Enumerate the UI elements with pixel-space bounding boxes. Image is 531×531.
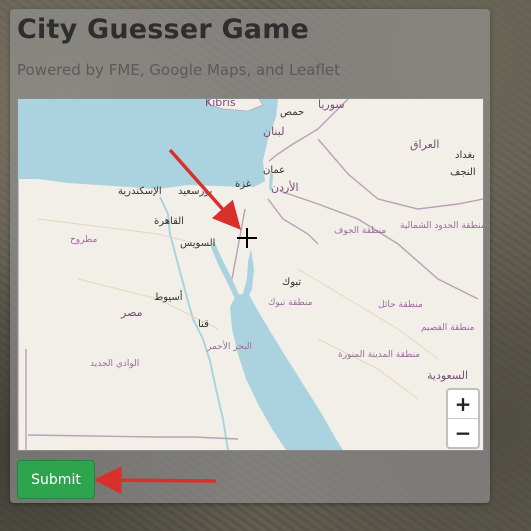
zoom-out-button[interactable]: − <box>448 419 478 447</box>
map-label-qena: قنا <box>198 319 209 330</box>
map-view[interactable]: Kıbrıs سوريا حمص لبنان العراق بغداد النج… <box>17 98 484 451</box>
map-label-cairo: القاهرة <box>154 216 184 227</box>
map-basemap <box>18 99 483 450</box>
map-label-port-said: بورسعيد <box>178 186 213 197</box>
page-title: City Guesser Game <box>17 14 310 45</box>
map-label-assiut: أسيوط <box>154 292 183 303</box>
submit-button[interactable]: Submit <box>17 460 95 499</box>
map-label-tabuk: تبوك <box>282 277 302 288</box>
map-label-egypt: مصر <box>121 306 143 319</box>
map-label-tabuk-region: منطقة تبوك <box>268 298 313 308</box>
nile-river <box>159 196 229 450</box>
map-label-iraq: العراق <box>410 138 440 151</box>
map-label-lebanon: لبنان <box>263 125 285 138</box>
map-label-madinah: منطقة المدينة المنورة <box>338 350 421 360</box>
zoom-in-button[interactable]: + <box>448 390 478 419</box>
red-sea <box>230 293 343 450</box>
map-label-jawf: منطقة الجوف <box>334 226 387 236</box>
map-label-kibris: Kıbrıs <box>205 98 236 109</box>
map-label-jordan: الأردن <box>271 181 299 194</box>
gulf-of-suez <box>211 241 240 301</box>
map-label-new-valley: الوادي الجديد <box>90 359 140 369</box>
map-label-matruh: مطروح <box>70 235 98 245</box>
map-label-qassim: منطقة القصيم <box>421 323 475 333</box>
map-label-najaf: النجف <box>450 167 476 178</box>
map-label-homs: حمص <box>280 107 305 118</box>
crosshair-cursor-icon <box>237 228 257 248</box>
map-label-hail: منطقة حائل <box>378 300 423 310</box>
mediterranean-sea <box>18 99 278 189</box>
map-label-suez: السويس <box>180 238 216 249</box>
map-label-baghdad: بغداد <box>455 150 476 161</box>
map-label-syria: سوريا <box>318 98 345 111</box>
page-subtitle: Powered by FME, Google Maps, and Leaflet <box>17 61 341 79</box>
zoom-control: + − <box>446 388 480 449</box>
map-label-red-sea: البحر الأحمر <box>207 342 252 352</box>
map-label-amman: عمان <box>263 165 286 176</box>
map-label-northern-border: منطقة الحدود الشمالية <box>400 221 484 231</box>
map-label-alexandria: الإسكندرية <box>118 186 162 197</box>
map-label-gaza: غزة <box>235 179 251 190</box>
map-label-saudi: السعودية <box>427 369 469 382</box>
